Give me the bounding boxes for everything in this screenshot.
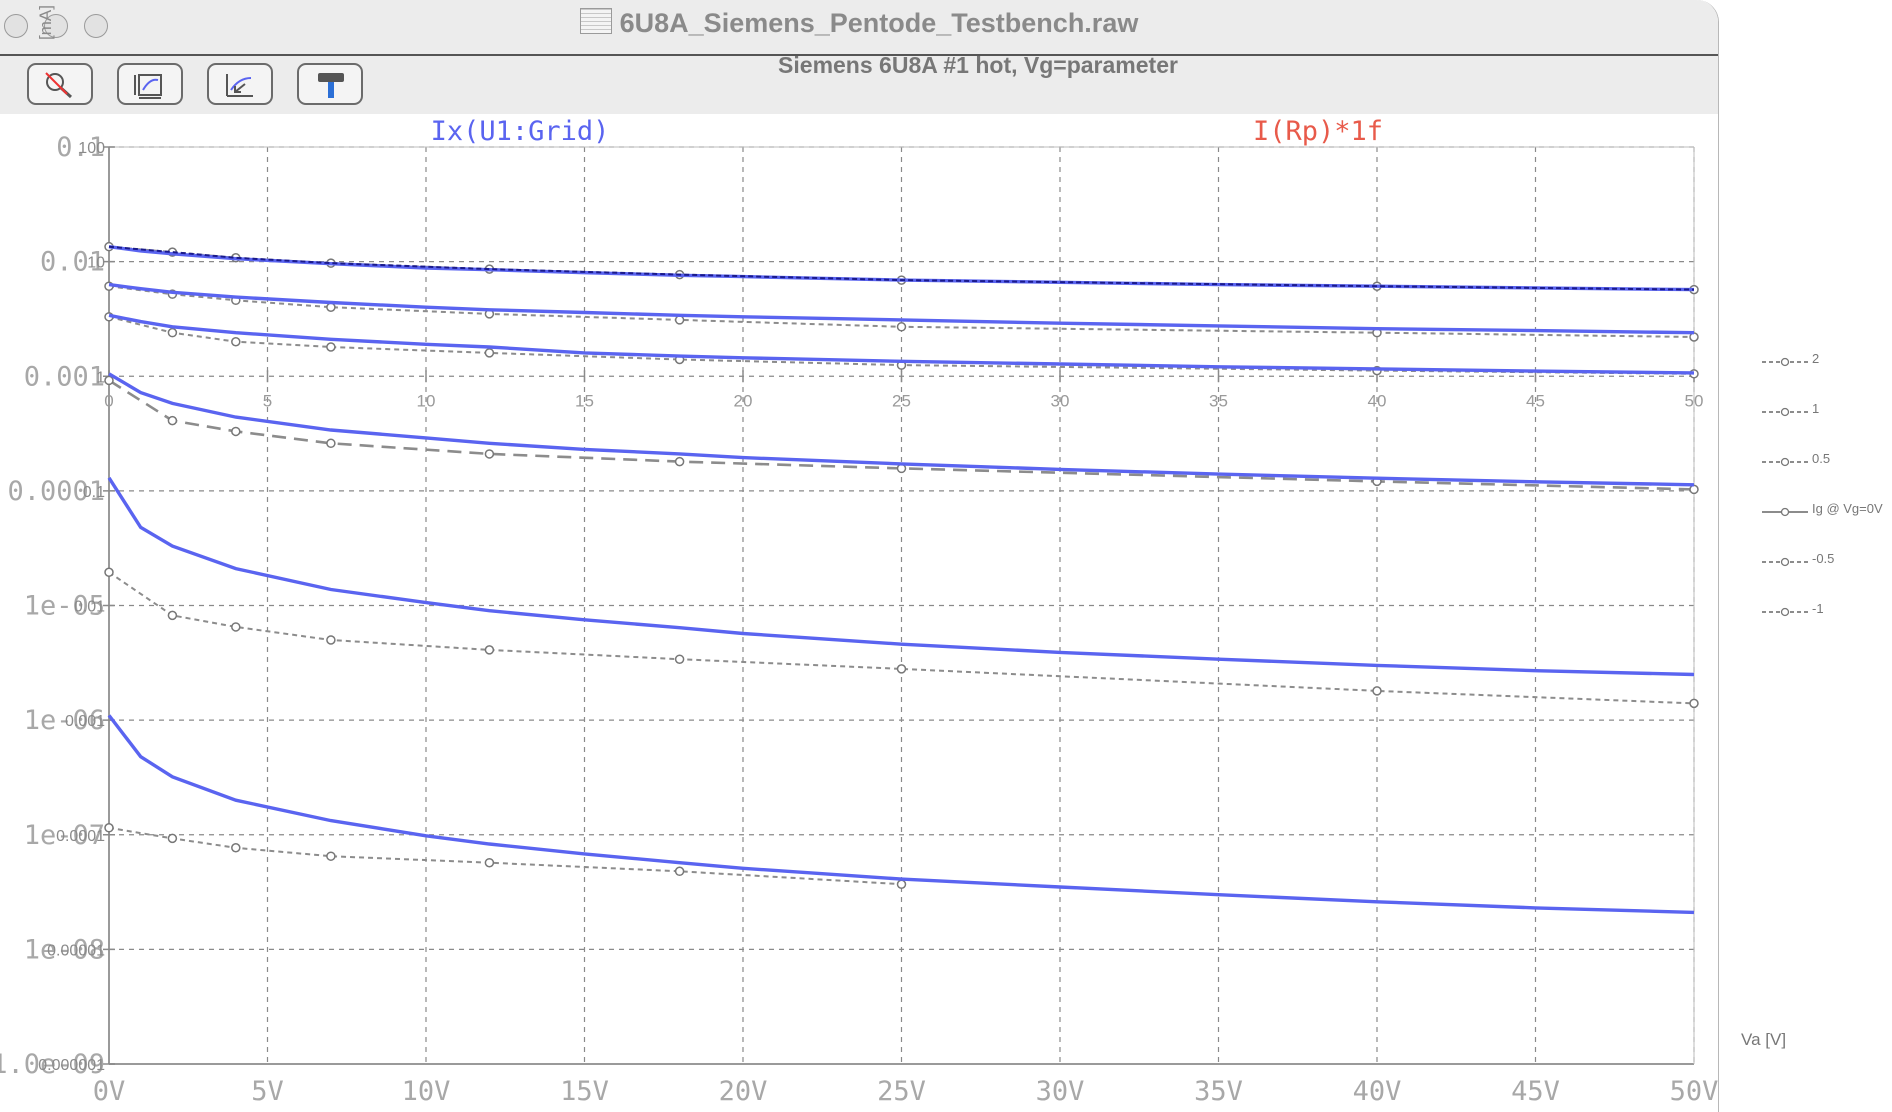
legend-swatch-icon (1762, 357, 1808, 367)
measured-point (104, 567, 114, 578)
x-tick-label: 10V (402, 1076, 451, 1107)
y-tick-label-secondary: 0.00001 (47, 942, 105, 959)
measured-point (1372, 686, 1382, 696)
measured-point (1689, 484, 1699, 495)
measured-point (231, 336, 241, 347)
plot-canvas[interactable]: 0.10.010.0010.00011e-051e-061e-071e-081.… (0, 0, 1892, 1112)
measured-curve (108, 826, 902, 886)
y-tick-label-secondary: 0.000001 (38, 1057, 105, 1074)
x-inner-tick-label: 15 (575, 391, 594, 410)
y-tick-label-secondary: 10 (87, 255, 105, 272)
legend-label: Ig @ Vg=0V (1812, 501, 1883, 516)
legend-swatch-icon (1762, 557, 1808, 567)
y-tick-label-secondary: 1 (96, 369, 105, 386)
x-tick-label: 35V (1194, 1076, 1243, 1107)
measured-point (231, 426, 241, 437)
legend-swatch-icon (1762, 507, 1808, 517)
legend-label: 1 (1812, 401, 1820, 416)
trace-label-blue: Ix(U1:Grid) (431, 116, 610, 147)
x-axis-title: Va [V] (1741, 1030, 1787, 1049)
x-inner-tick-label: 10 (417, 391, 436, 410)
y-tick-label-secondary: 100 (78, 140, 105, 157)
measured-point (484, 348, 495, 358)
legend-label: -0.5 (1812, 551, 1835, 566)
y-tick-label-secondary: 0.0001 (56, 828, 105, 845)
x-inner-tick-label: 40 (1368, 391, 1387, 410)
measured-point (231, 843, 241, 853)
measured-point (167, 833, 178, 844)
measured-point (231, 622, 241, 632)
y-tick-label: 0.001 (24, 361, 105, 392)
measured-point (896, 879, 907, 889)
measured-point (674, 654, 685, 664)
measured-point (484, 645, 495, 655)
measured-point (674, 456, 685, 467)
x-inner-tick-label: 35 (1209, 391, 1228, 410)
measured-point (104, 375, 114, 386)
y-tick-label-secondary: 0.001 (65, 713, 105, 730)
x-tick-label: 20V (719, 1076, 768, 1107)
x-inner-tick-label: 20 (734, 391, 753, 410)
measured-point (1689, 698, 1699, 709)
y-tick-label-secondary: 0.01 (74, 599, 105, 616)
measured-point (896, 322, 907, 332)
measured-point (326, 635, 336, 645)
x-inner-tick-label: 30 (1051, 391, 1070, 410)
measured-point (167, 327, 178, 338)
legend-swatch-icon (1762, 407, 1808, 417)
measured-point (896, 664, 907, 674)
x-tick-label: 15V (560, 1076, 609, 1107)
legend-swatch-icon (1762, 607, 1808, 617)
x-inner-tick-label: 25 (892, 391, 911, 410)
x-inner-tick-label: 5 (263, 391, 272, 410)
legend-label: 0.5 (1812, 451, 1831, 466)
x-inner-tick-label: 50 (1685, 391, 1704, 410)
measured-point (167, 415, 178, 426)
measured-point (326, 851, 336, 861)
measured-point (326, 438, 336, 449)
measured-point (104, 823, 114, 833)
x-tick-label: 50V (1670, 1076, 1719, 1107)
legend-label: 2 (1812, 351, 1820, 366)
legend-swatch-icon (1762, 457, 1808, 467)
y-tick-label-secondary: 0.1 (83, 484, 105, 501)
x-tick-label: 45V (1511, 1076, 1560, 1107)
measured-point (484, 449, 495, 459)
x-tick-label: 40V (1353, 1076, 1402, 1107)
x-tick-label: 5V (251, 1076, 284, 1107)
x-tick-label: 0V (93, 1076, 126, 1107)
measured-point (326, 302, 336, 312)
legend-label: -1 (1812, 601, 1824, 616)
x-inner-tick-label: 45 (1526, 391, 1545, 410)
x-tick-label: 25V (877, 1076, 926, 1107)
measured-point (674, 866, 685, 877)
measured-point (167, 610, 178, 621)
x-tick-label: 30V (1036, 1076, 1085, 1107)
measured-point (484, 857, 495, 868)
trace-label-red: I(Rp)*1f (1253, 116, 1383, 147)
measured-point (326, 342, 336, 352)
x-inner-tick-label: 0 (104, 391, 113, 410)
measured-point (674, 315, 685, 325)
